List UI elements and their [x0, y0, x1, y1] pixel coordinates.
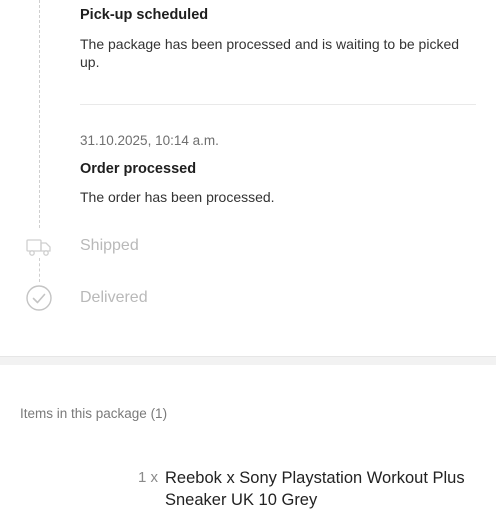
timeline-connector-lower [39, 258, 40, 282]
pickup-event-title: Pick-up scheduled [80, 7, 209, 23]
timeline-connector [39, 0, 40, 228]
processed-event-description: The order has been processed. [80, 189, 275, 205]
check-circle-icon [24, 283, 54, 313]
event-divider [80, 104, 476, 105]
package-items-heading: Items in this package (1) [20, 406, 168, 421]
item-name[interactable]: Reebok x Sony Playstation Workout Plus S… [165, 467, 465, 511]
pickup-event-description: The package has been processed and is wa… [80, 36, 460, 70]
processed-event-title: Order processed [80, 161, 197, 177]
item-quantity: 1 x [138, 469, 159, 486]
processed-event-date: 31.10.2025, 10:14 a.m. [80, 133, 219, 148]
delivered-step-label: Delivered [80, 289, 148, 306]
section-separator [0, 356, 496, 365]
shipped-step-label: Shipped [80, 237, 139, 254]
